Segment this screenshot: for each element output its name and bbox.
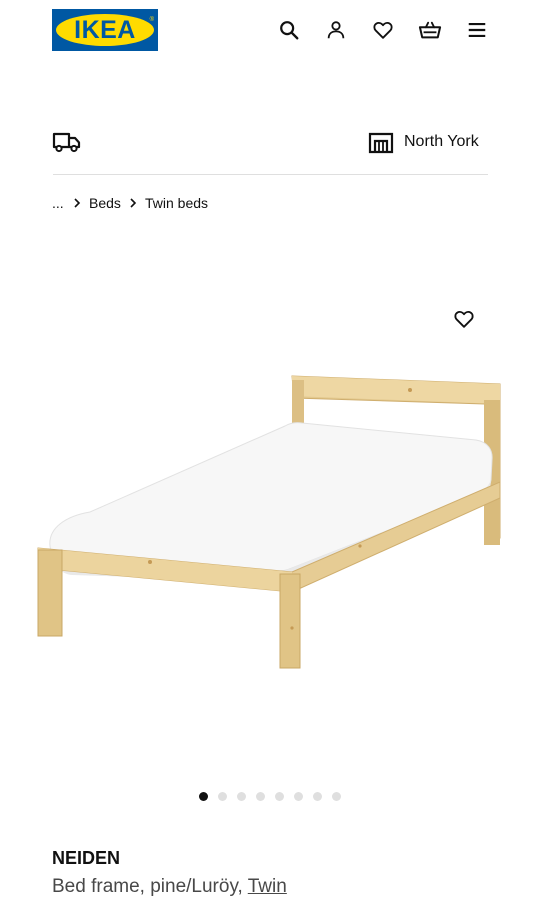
breadcrumb-beds[interactable]: Beds [89,194,121,212]
ikea-logo[interactable]: IKEA ® [52,9,158,51]
carousel-dot[interactable] [199,792,208,801]
chevron-right-icon [73,194,83,212]
carousel-dot[interactable] [313,792,322,801]
logo-oval: IKEA [56,14,154,46]
user-icon[interactable] [324,18,348,42]
carousel-dot[interactable] [218,792,227,801]
heart-icon[interactable] [371,18,395,42]
search-icon[interactable] [277,18,301,42]
breadcrumb-ellipsis[interactable]: ... [52,194,64,212]
carousel-dot[interactable] [275,792,284,801]
truck-icon[interactable] [52,130,82,154]
divider [53,174,488,175]
bed-frame-product-image[interactable] [30,360,510,680]
menu-icon[interactable] [465,18,489,42]
carousel-dot[interactable] [332,792,341,801]
logo-registered-mark: ® [149,17,154,23]
size-link[interactable]: Twin [248,876,287,897]
product-description: Bed frame, pine/Luröy, Twin [52,874,287,900]
carousel-indicator [199,792,341,801]
basket-icon[interactable] [418,18,442,42]
store-name[interactable]: North York [404,131,479,153]
chevron-right-icon [129,194,139,212]
breadcrumb-twin-beds[interactable]: Twin beds [145,194,208,212]
heart-icon[interactable] [452,308,478,332]
carousel-dot[interactable] [294,792,303,801]
logo-text: IKEA [74,15,136,44]
carousel-dot[interactable] [237,792,246,801]
store-icon[interactable] [368,131,394,155]
carousel-dot[interactable] [256,792,265,801]
product-description-text: Bed frame, pine/Luröy, [52,876,248,897]
product-name: NEIDEN [52,848,121,868]
